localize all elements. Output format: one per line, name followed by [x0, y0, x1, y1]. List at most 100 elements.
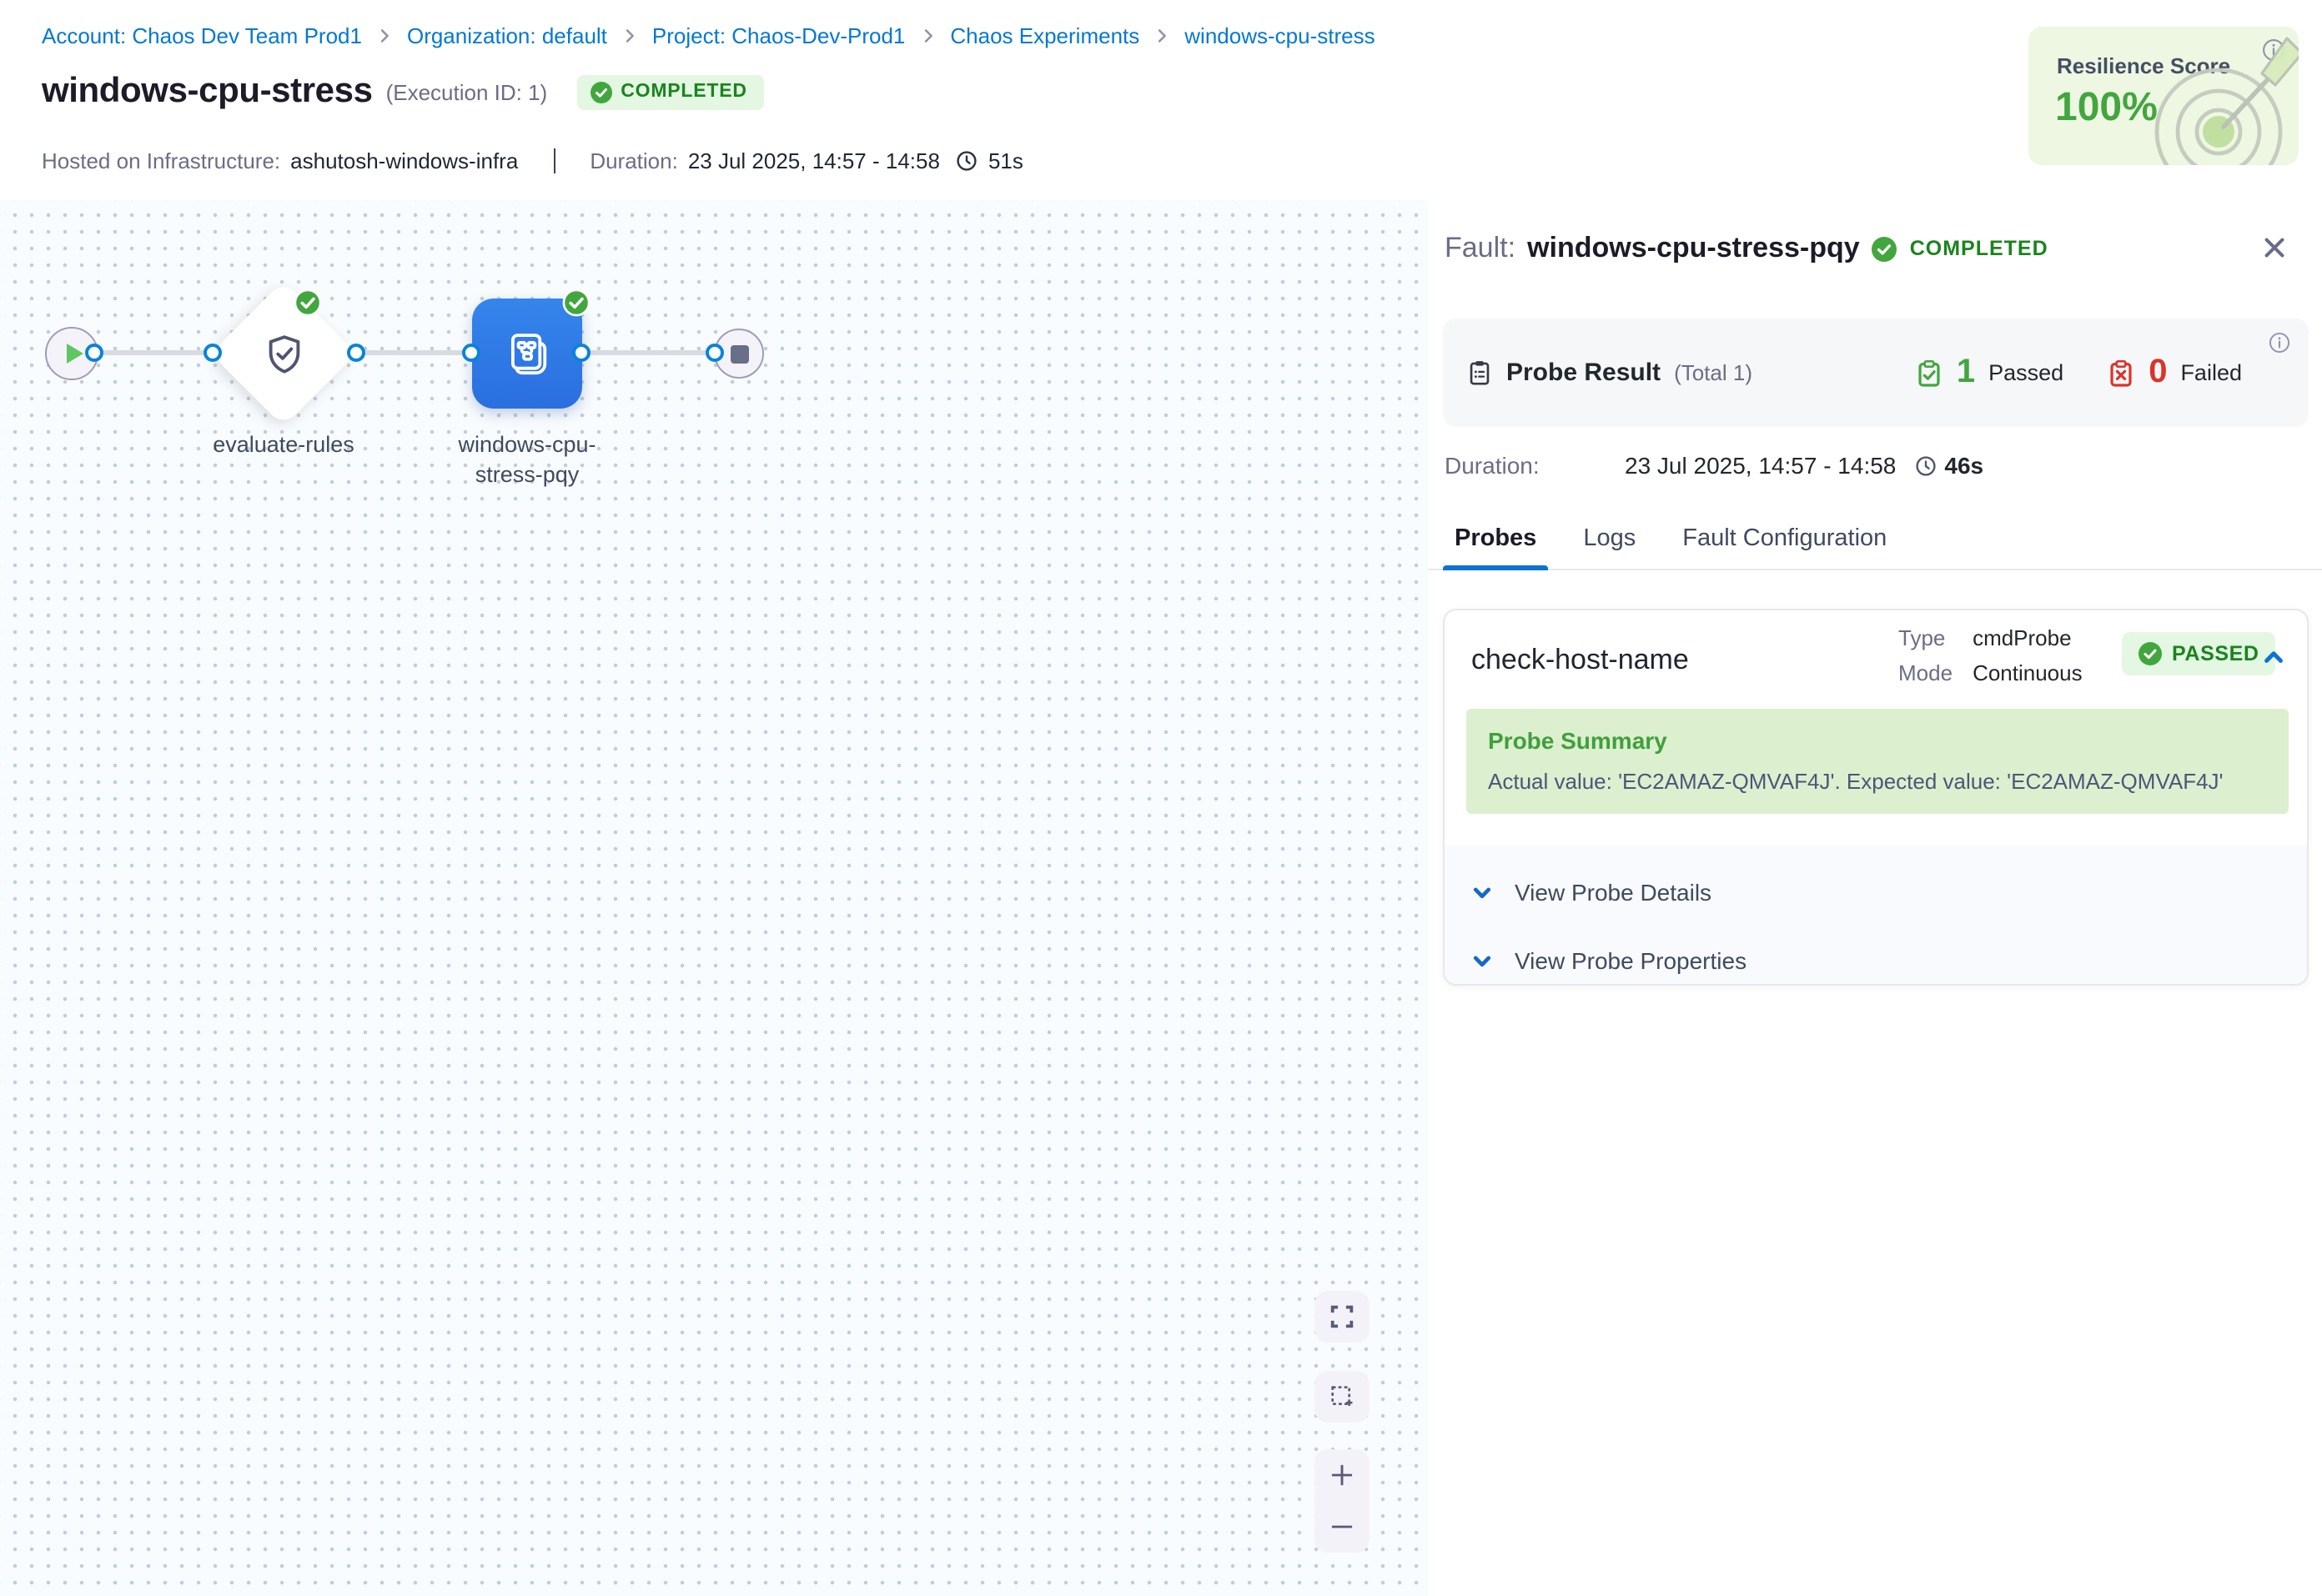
check-circle-icon	[2139, 642, 2162, 665]
close-icon[interactable]	[2260, 233, 2289, 262]
fault-label: Fault:	[1445, 232, 1515, 265]
clipboard-check-icon	[1915, 358, 1943, 388]
status-badge: COMPLETED	[577, 74, 764, 109]
connector-port	[706, 344, 724, 362]
divider	[553, 148, 555, 173]
passed-count: 1	[1957, 354, 1975, 392]
probe-meta: Type cmdProbe Mode Continuous	[1898, 625, 2083, 685]
resilience-score-card: Resilience Score 100%	[2028, 27, 2299, 165]
fault-duration-elapsed: 46s	[1944, 452, 1983, 479]
check-circle-icon	[591, 81, 612, 103]
view-probe-properties-label: View Probe Properties	[1515, 947, 1747, 974]
check-circle-icon	[1872, 236, 1897, 261]
fault-name: windows-cpu-stress-pqy	[1527, 232, 1860, 265]
probe-name: check-host-name	[1471, 644, 1689, 677]
fault-duration-label: Duration:	[1445, 452, 1625, 479]
connector-port	[204, 344, 222, 362]
breadcrumb-org-link[interactable]: Organization: default	[407, 23, 607, 48]
probe-type-value: cmdProbe	[1973, 625, 2083, 650]
node-success-badge	[294, 289, 322, 317]
breadcrumb-experiments-link[interactable]: Chaos Experiments	[950, 23, 1139, 48]
clock-icon	[957, 150, 978, 172]
stop-icon	[730, 344, 748, 363]
passed-label: Passed	[1988, 360, 2063, 385]
chevron-right-icon	[377, 28, 392, 43]
fault-status: COMPLETED	[1910, 237, 2048, 260]
probe-result-summary: Probe Result (Total 1)	[1466, 319, 1752, 427]
view-probe-details-label: View Probe Details	[1515, 879, 1711, 906]
experiment-meta-row: Hosted on Infrastructure: ashutosh-windo…	[42, 148, 1023, 173]
chevron-up-icon[interactable]	[2262, 645, 2285, 669]
tab-fault-configuration[interactable]: Fault Configuration	[1682, 525, 1887, 569]
page-header: Account: Chaos Dev Team Prod1 Organizati…	[0, 0, 2322, 200]
status-badge-label: COMPLETED	[621, 82, 747, 102]
node-label-windows-cpu-stress-pqy: windows-cpu-stress-pqy	[440, 430, 614, 490]
zoom-out-button[interactable]	[1314, 1503, 1370, 1550]
duration-elapsed: 51s	[988, 148, 1023, 173]
fault-duration-value: 23 Jul 2025, 14:57 - 14:58	[1625, 452, 1896, 479]
probe-mode-value: Continuous	[1973, 660, 2083, 685]
tab-probes[interactable]: Probes	[1455, 525, 1536, 569]
probe-summary-box: Probe Summary Actual value: 'EC2AMAZ-QMV…	[1466, 709, 2289, 814]
title-row: windows-cpu-stress (Execution ID: 1) COM…	[42, 72, 764, 112]
probe-expanders: View Probe Details View Probe Properties	[1445, 846, 2307, 984]
chevron-down-icon	[1471, 881, 1493, 903]
marquee-select-icon	[1328, 1383, 1356, 1411]
connector-port	[572, 344, 591, 362]
probe-mode-label: Mode	[1898, 660, 1953, 685]
duration-value: 23 Jul 2025, 14:57 - 14:58	[688, 148, 940, 173]
infra-label: Hosted on Infrastructure:	[42, 148, 280, 173]
probe-result-title: Probe Result	[1506, 359, 1661, 387]
fault-header: Fault: windows-cpu-stress-pqy COMPLETED	[1445, 232, 2048, 265]
play-icon	[66, 344, 83, 364]
chevron-down-icon	[1471, 950, 1493, 971]
probe-summary-text: Actual value: 'EC2AMAZ-QMVAF4J'. Expecte…	[1488, 769, 2224, 794]
infra-value: ashutosh-windows-infra	[290, 148, 518, 173]
clipboard-icon	[1466, 359, 1493, 387]
breadcrumb-current-link[interactable]: windows-cpu-stress	[1184, 23, 1375, 48]
execution-id: (Execution ID: 1)	[386, 79, 548, 104]
fault-detail-panel: Fault: windows-cpu-stress-pqy COMPLETED …	[1428, 200, 2322, 1596]
duration-label: Duration:	[590, 148, 678, 173]
breadcrumb: Account: Chaos Dev Team Prod1 Organizati…	[42, 23, 1375, 48]
probe-summary-title: Probe Summary	[1488, 727, 1667, 754]
view-probe-details-toggle[interactable]: View Probe Details	[1471, 876, 1711, 909]
breadcrumb-project-link[interactable]: Project: Chaos-Dev-Prod1	[652, 23, 905, 48]
view-probe-properties-toggle[interactable]: View Probe Properties	[1471, 944, 1747, 977]
connector-port	[462, 344, 480, 362]
node-label-evaluate-rules: evaluate-rules	[167, 430, 400, 460]
node-success-badge	[562, 289, 591, 317]
info-icon[interactable]	[2269, 332, 2290, 354]
probe-type-label: Type	[1898, 625, 1953, 650]
clipboard-x-icon	[2107, 358, 2135, 388]
clock-icon	[1896, 454, 1936, 476]
probe-status-label: PASSED	[2172, 642, 2259, 665]
probe-card-check-host-name: check-host-name Type cmdProbe Mode Conti…	[1443, 609, 2309, 986]
probe-result-counts: 1 Passed 0 Failed	[1915, 319, 2242, 427]
breadcrumb-account-link[interactable]: Account: Chaos Dev Team Prod1	[42, 23, 362, 48]
page-title: windows-cpu-stress	[42, 72, 373, 112]
failed-label: Failed	[2180, 360, 2242, 385]
chevron-right-icon	[622, 28, 637, 43]
pipeline-canvas[interactable]: evaluate-rules windows-cpu-stress-pqy	[0, 200, 1428, 1596]
probe-result-card: Probe Result (Total 1) 1 Passed 0 Failed	[1443, 319, 2309, 427]
detail-tabs: Probes Logs Fault Configuration	[1428, 514, 2322, 570]
fault-duration-row: Duration: 23 Jul 2025, 14:57 - 14:58 46s	[1445, 452, 1983, 479]
failed-count: 0	[2149, 354, 2167, 392]
zoom-controls	[1314, 1449, 1370, 1553]
fullscreen-icon	[1328, 1302, 1356, 1331]
connector-port	[85, 344, 103, 362]
probe-result-total: (Total 1)	[1674, 360, 1752, 385]
pipeline-edge	[73, 350, 727, 355]
shield-check-icon	[262, 332, 307, 377]
zoom-in-button[interactable]	[1314, 1452, 1370, 1498]
fullscreen-button[interactable]	[1314, 1291, 1370, 1343]
connector-port	[347, 344, 365, 362]
marquee-select-button[interactable]	[1314, 1371, 1370, 1423]
probe-status-badge: PASSED	[2122, 632, 2276, 675]
chevron-right-icon	[920, 28, 935, 43]
tab-logs[interactable]: Logs	[1583, 525, 1636, 569]
chevron-right-icon	[1154, 28, 1169, 43]
chaos-experiment-execution-page: Account: Chaos Dev Team Prod1 Organizati…	[0, 0, 2322, 1596]
target-illustration	[2135, 32, 2299, 165]
